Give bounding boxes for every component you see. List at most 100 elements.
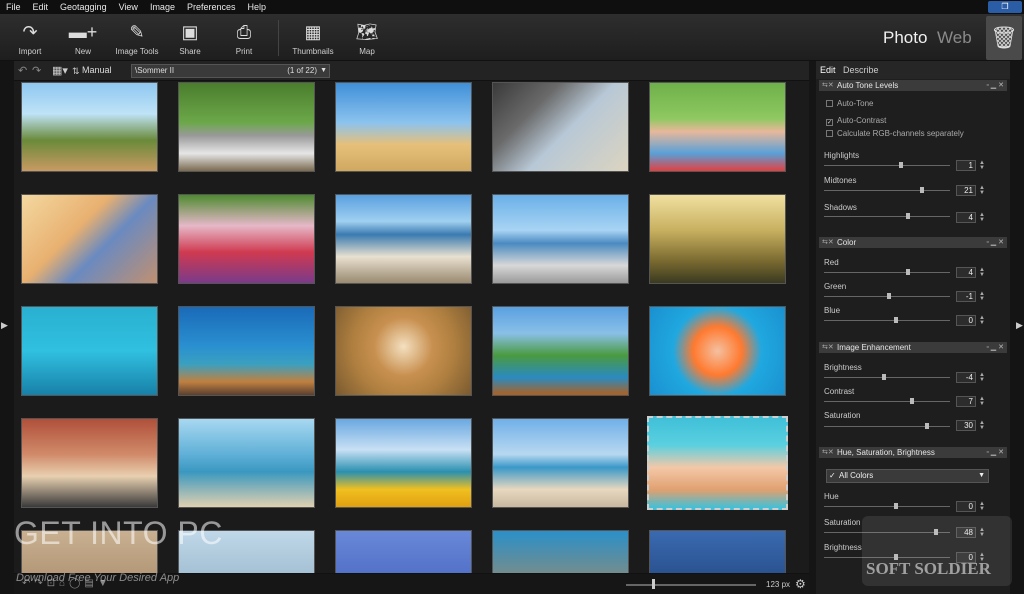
spinner-icon[interactable]: ▲ ▼	[979, 420, 985, 431]
slider-handle[interactable]	[894, 317, 898, 323]
thumbnail[interactable]	[492, 194, 629, 284]
thumbnail[interactable]	[21, 82, 158, 172]
spinner-icon[interactable]: ▲ ▼	[979, 291, 985, 302]
slider-handle[interactable]	[887, 293, 891, 299]
thumbnail[interactable]	[335, 82, 472, 172]
redo-icon[interactable]: ↷	[32, 64, 41, 77]
thumbnail[interactable]	[335, 418, 472, 508]
share-button[interactable]: ▣ Share	[165, 18, 215, 58]
menu-preferences[interactable]: Preferences	[181, 2, 242, 12]
expand-right-icon[interactable]: ▶	[1016, 320, 1023, 331]
menu-image[interactable]: Image	[144, 2, 181, 12]
image-tools-button[interactable]: ✎ Image Tools	[112, 18, 162, 58]
slider-handle[interactable]	[882, 374, 886, 380]
saturation-value[interactable]: 30	[956, 420, 976, 431]
red-slider[interactable]	[824, 269, 950, 275]
menu-file[interactable]: File	[0, 2, 27, 12]
thumbnail[interactable]	[178, 418, 315, 508]
color-channel-select[interactable]: ✓ All Colors ▼	[826, 469, 989, 483]
green-value[interactable]: -1	[956, 291, 976, 302]
undo-icon[interactable]: ↶	[18, 64, 27, 77]
print-button[interactable]: ⎙ Print	[219, 18, 269, 58]
brightness-value[interactable]: -4	[956, 372, 976, 383]
mode-photo-tab[interactable]: Photo	[883, 28, 927, 48]
slider-handle[interactable]	[906, 269, 910, 275]
expand-left-icon[interactable]: ▶	[1, 320, 8, 331]
map-button[interactable]: 🗺 Map	[342, 18, 392, 58]
thumbnail[interactable]	[178, 82, 315, 172]
new-button[interactable]: ▬+ New	[58, 18, 108, 58]
spinner-icon[interactable]: ▲ ▼	[979, 185, 985, 196]
thumbnail[interactable]	[178, 194, 315, 284]
thumbnail[interactable]	[492, 418, 629, 508]
thumbnail[interactable]	[178, 306, 315, 396]
tab-edit[interactable]: Edit	[820, 65, 836, 75]
section-controls-icon[interactable]: ▫ ▁ ✕	[986, 342, 1004, 353]
gear-icon[interactable]: ⚙	[795, 577, 806, 591]
shadows-slider[interactable]	[824, 213, 950, 219]
tab-describe[interactable]: Describe	[843, 65, 879, 75]
hue-value[interactable]: 0	[956, 501, 976, 512]
thumbnail[interactable]	[335, 530, 472, 573]
slider-handle[interactable]	[910, 398, 914, 404]
saturation-slider[interactable]	[824, 423, 950, 429]
auto-tone-checkbox[interactable]: Auto-Tone	[826, 99, 873, 108]
spinner-icon[interactable]: ▲ ▼	[979, 160, 985, 171]
thumbnail[interactable]	[21, 194, 158, 284]
slider-handle[interactable]	[920, 187, 924, 193]
midtones-slider[interactable]	[824, 187, 950, 193]
spinner-icon[interactable]: ▲ ▼	[979, 212, 985, 223]
view-mode-icon[interactable]: ▦▾	[52, 64, 68, 77]
thumbnail[interactable]	[335, 306, 472, 396]
thumbnail-selected[interactable]	[647, 416, 788, 510]
thumbnail[interactable]	[649, 82, 786, 172]
spinner-icon[interactable]: ▲ ▼	[979, 372, 985, 383]
thumbnail[interactable]	[492, 82, 629, 172]
spinner-icon[interactable]: ▲ ▼	[979, 315, 985, 326]
section-controls-icon[interactable]: ▫ ▁ ✕	[986, 447, 1004, 458]
contrast-slider[interactable]	[824, 398, 950, 404]
section-controls-icon[interactable]: ▫ ▁ ✕	[986, 237, 1004, 248]
panel-divider[interactable]	[809, 61, 816, 594]
spinner-icon[interactable]: ▲ ▼	[979, 396, 985, 407]
thumbnail[interactable]	[21, 306, 158, 396]
brightness-slider[interactable]	[824, 374, 950, 380]
folder-path-select[interactable]: \Sommer II (1 of 22) ▼	[131, 64, 330, 78]
contrast-value[interactable]: 7	[956, 396, 976, 407]
thumbnail[interactable]	[335, 194, 472, 284]
blue-slider[interactable]	[824, 317, 950, 323]
window-control-button[interactable]: ❐	[988, 1, 1022, 13]
spinner-icon[interactable]: ▲ ▼	[979, 267, 985, 278]
thumbnail[interactable]	[649, 194, 786, 284]
slider-handle[interactable]	[925, 423, 929, 429]
midtones-value[interactable]: 21	[956, 185, 976, 196]
section-auto-tone[interactable]: ⇆✕ Auto Tone Levels ▫ ▁ ✕	[819, 80, 1007, 91]
slider-handle[interactable]	[894, 503, 898, 509]
mode-web-tab[interactable]: Web	[937, 28, 972, 48]
trash-icon[interactable]: 🗑	[986, 16, 1022, 60]
hue-slider[interactable]	[824, 503, 950, 509]
thumbnail[interactable]	[492, 530, 629, 573]
sort-label[interactable]: Manual	[82, 65, 112, 75]
red-value[interactable]: 4	[956, 267, 976, 278]
zoom-slider-track[interactable]	[626, 584, 756, 586]
menu-view[interactable]: View	[113, 2, 144, 12]
slider-handle[interactable]	[899, 162, 903, 168]
calc-rgb-checkbox[interactable]: Calculate RGB-channels separately	[826, 129, 964, 138]
import-button[interactable]: ↷ Import	[5, 18, 55, 58]
thumbnail[interactable]	[649, 306, 786, 396]
menu-help[interactable]: Help	[241, 2, 272, 12]
shadows-value[interactable]: 4	[956, 212, 976, 223]
thumbnail[interactable]	[649, 530, 786, 573]
thumbnails-button[interactable]: ▦ Thumbnails	[288, 18, 338, 58]
auto-contrast-checkbox[interactable]: ✓ Auto-Contrast	[826, 116, 886, 126]
thumbnail[interactable]	[492, 306, 629, 396]
green-slider[interactable]	[824, 293, 950, 299]
section-image-enhancement[interactable]: ⇆✕ Image Enhancement ▫ ▁ ✕	[819, 342, 1007, 353]
blue-value[interactable]: 0	[956, 315, 976, 326]
section-controls-icon[interactable]: ▫ ▁ ✕	[986, 80, 1004, 91]
menu-edit[interactable]: Edit	[27, 2, 55, 12]
highlights-slider[interactable]	[824, 162, 950, 168]
section-color[interactable]: ⇆✕ Color ▫ ▁ ✕	[819, 237, 1007, 248]
slider-handle[interactable]	[906, 213, 910, 219]
